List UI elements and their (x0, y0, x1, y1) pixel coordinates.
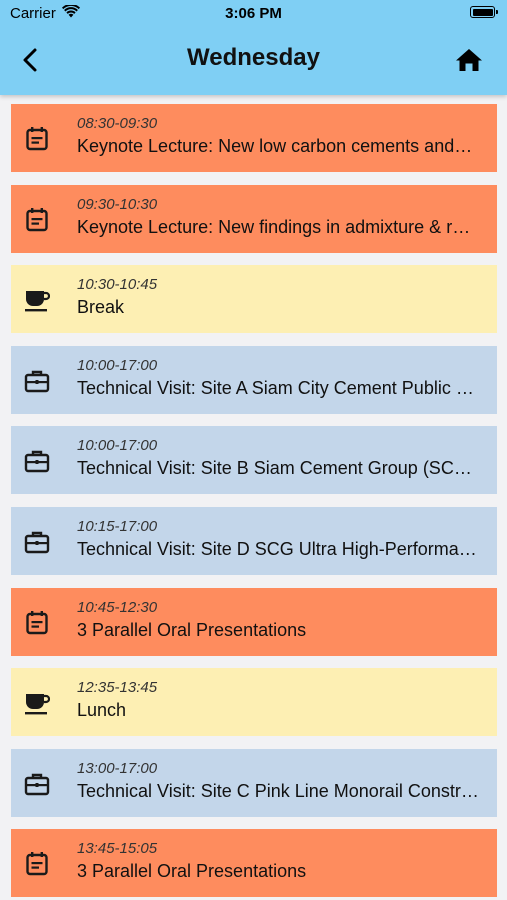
schedule-item-title: Technical Visit: Site D SCG Ultra High-P… (77, 538, 477, 559)
schedule-item-time: 12:35-13:45 (77, 679, 158, 697)
schedule-item-text: 10:30-10:45 Break (77, 276, 483, 319)
schedule-item-time: 10:00-17:00 (77, 437, 158, 455)
schedule-item-title: Keynote Lecture: New low carbon cements … (77, 136, 473, 156)
status-bar: Carrier 3:06 PM (0, 0, 507, 28)
nav-header: Carrier 3:06 PM Wednesday (0, 0, 507, 95)
calendar-icon (24, 610, 50, 636)
briefcase-icon (24, 368, 50, 394)
schedule-item-visit[interactable]: 10:15-17:00 Technical Visit: Site D SCG U… (11, 506, 497, 575)
schedule-item-title: Break (77, 297, 125, 318)
schedule-item-text: 13:00-17:00 Technical Visit: Site C Pink … (77, 760, 483, 803)
schedule-item-time: 13:45-15:05 (77, 840, 158, 858)
schedule-item-text: 10:00-17:00 Technical Visit: Site A Siam … (77, 357, 483, 400)
schedule-item-lecture[interactable]: 08:30-09:30 Keynote Lecture: New low carb… (11, 104, 497, 172)
schedule-item-title: Technical Visit: Site B Siam Cement Grou… (77, 458, 483, 479)
schedule-item-title: Lunch (77, 700, 127, 721)
schedule-item-visit[interactable]: 10:00-17:00 Technical Visit: Site A Siam … (11, 345, 497, 414)
calendar-icon (24, 207, 50, 233)
schedule-item-text: 10:45-12:30 3 Parallel Oral Presentations (77, 599, 483, 642)
schedule-item-time: 10:00-17:00 (77, 356, 158, 374)
schedule-item-text: 12:35-13:45 Lunch (77, 679, 483, 722)
home-icon (456, 49, 482, 71)
schedule-item-visit[interactable]: 13:00-17:00 Technical Visit: Site C Pink … (11, 748, 497, 817)
briefcase-icon (24, 448, 50, 474)
schedule-item-time: 10:15-17:00 (77, 517, 158, 535)
battery-icon (470, 6, 498, 18)
briefcase-icon (24, 771, 50, 797)
schedule-item-time: 10:45-12:30 (77, 598, 158, 616)
schedule-item-break[interactable]: 10:30-10:45 Break (11, 265, 497, 334)
schedule-item-title: Keynote Lecture: New findings in admixtu… (77, 216, 471, 237)
schedule-item-title: 3 Parallel Oral Presentations (77, 861, 307, 882)
coffee-icon (24, 287, 50, 313)
schedule-item-text: 10:00-17:00 Technical Visit: Site B Siam … (77, 437, 483, 480)
calendar-icon (24, 126, 50, 152)
schedule-item-title: 3 Parallel Oral Presentations (77, 619, 307, 640)
schedule-list: 08:30-09:30 Keynote Lecture: New low carb… (11, 104, 497, 900)
schedule-item-lecture[interactable]: 10:45-12:30 3 Parallel Oral Presentations (11, 587, 497, 656)
schedule-item-text: 10:15-17:00 Technical Visit: Site D SCG U… (77, 518, 483, 561)
schedule-item-text: 13:45-15:05 3 Parallel Oral Presentations (77, 840, 483, 883)
schedule-item-lecture[interactable]: 13:45-15:05 3 Parallel Oral Presentations (11, 829, 497, 898)
home-button[interactable] (453, 44, 485, 76)
schedule-item-time: 13:00-17:00 (77, 759, 158, 777)
schedule-item-text: 08:30-09:30 Keynote Lecture: New low carb… (77, 115, 483, 158)
coffee-icon (24, 690, 50, 716)
schedule-item-time: 08:30-09:30 (77, 115, 158, 132)
schedule-item-break[interactable]: 12:35-13:45 Lunch (11, 668, 497, 737)
schedule-item-text: 09:30-10:30 Keynote Lecture: New findings… (77, 196, 483, 239)
page-title: Wednesday (187, 44, 320, 71)
schedule-item-time: 09:30-10:30 (77, 195, 158, 213)
schedule-item-visit[interactable]: 10:00-17:00 Technical Visit: Site B Siam … (11, 426, 497, 495)
briefcase-icon (24, 529, 50, 555)
schedule-item-time: 10:30-10:45 (77, 276, 158, 294)
status-right (470, 6, 498, 18)
schedule-item-lecture[interactable]: 09:30-10:30 Keynote Lecture: New findings… (11, 184, 497, 253)
calendar-icon (24, 851, 50, 877)
status-time: 3:06 PM (225, 5, 282, 22)
schedule-item-title: Technical Visit: Site A Siam City Cement… (77, 377, 474, 398)
schedule-item-title: Technical Visit: Site C Pink Line Monora… (77, 780, 479, 801)
